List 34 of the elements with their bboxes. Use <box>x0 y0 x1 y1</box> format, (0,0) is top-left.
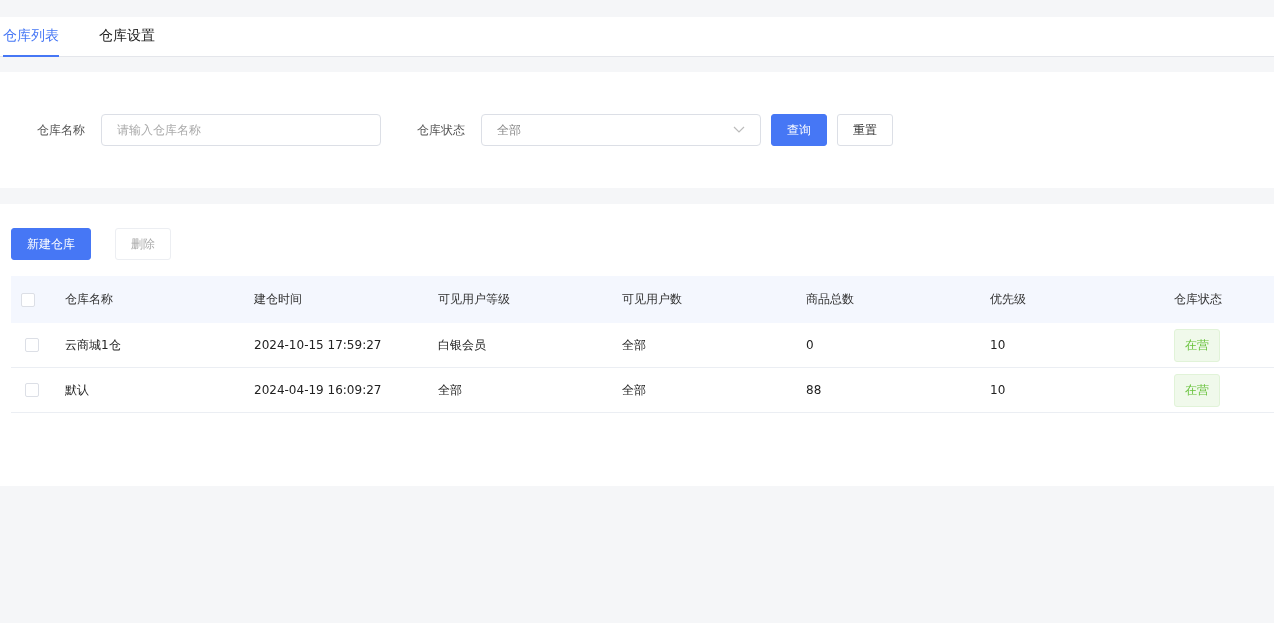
status-tag: 在营 <box>1174 373 1220 407</box>
tab[interactable]: 仓库列表 <box>3 17 59 57</box>
table-cell-text: 0 <box>806 338 815 352</box>
table-cell-text: 默认 <box>65 381 90 399</box>
table-cell-text: 全部 <box>438 381 463 399</box>
field-label: 仓库状态 <box>417 121 465 139</box>
row-checkbox[interactable] <box>25 383 39 397</box>
reset-button[interactable]: 重置 <box>837 114 893 146</box>
status-select[interactable]: 全部 <box>481 114 761 146</box>
create-button[interactable]: 新建仓库 <box>11 228 91 260</box>
table-cell-text: 88 <box>806 383 823 397</box>
table-cell-text: 10 <box>990 338 1007 352</box>
search-button[interactable]: 查询 <box>771 114 827 146</box>
table-cell-text: 10 <box>990 383 1007 397</box>
table-cell-text: 云商城1仓 <box>65 336 122 354</box>
field-label: 仓库名称 <box>37 121 85 139</box>
column-header: 商品总数 <box>806 291 855 308</box>
column-header: 仓库状态 <box>1174 291 1223 308</box>
table-cell-text: 2024-10-15 17:59:27 <box>254 338 383 352</box>
row-checkbox[interactable] <box>25 338 39 352</box>
table-cell-text: 2024-04-19 16:09:27 <box>254 383 383 397</box>
column-header: 可见用户数 <box>622 291 683 308</box>
tab[interactable]: 仓库设置 <box>99 17 155 57</box>
table-cell-text: 全部 <box>622 381 647 399</box>
column-header: 可见用户等级 <box>438 291 511 308</box>
table-cell-text: 全部 <box>622 336 647 354</box>
chevron-down-icon <box>733 126 745 134</box>
column-header: 仓库名称 <box>65 291 114 308</box>
column-header: 优先级 <box>990 291 1027 308</box>
column-header: 建仓时间 <box>254 291 303 308</box>
status-tag: 在营 <box>1174 328 1220 362</box>
table-cell-text: 白银会员 <box>438 336 487 354</box>
select-all-checkbox[interactable] <box>21 292 35 307</box>
name-input-field[interactable]: 请输入仓库名称 <box>101 114 381 146</box>
